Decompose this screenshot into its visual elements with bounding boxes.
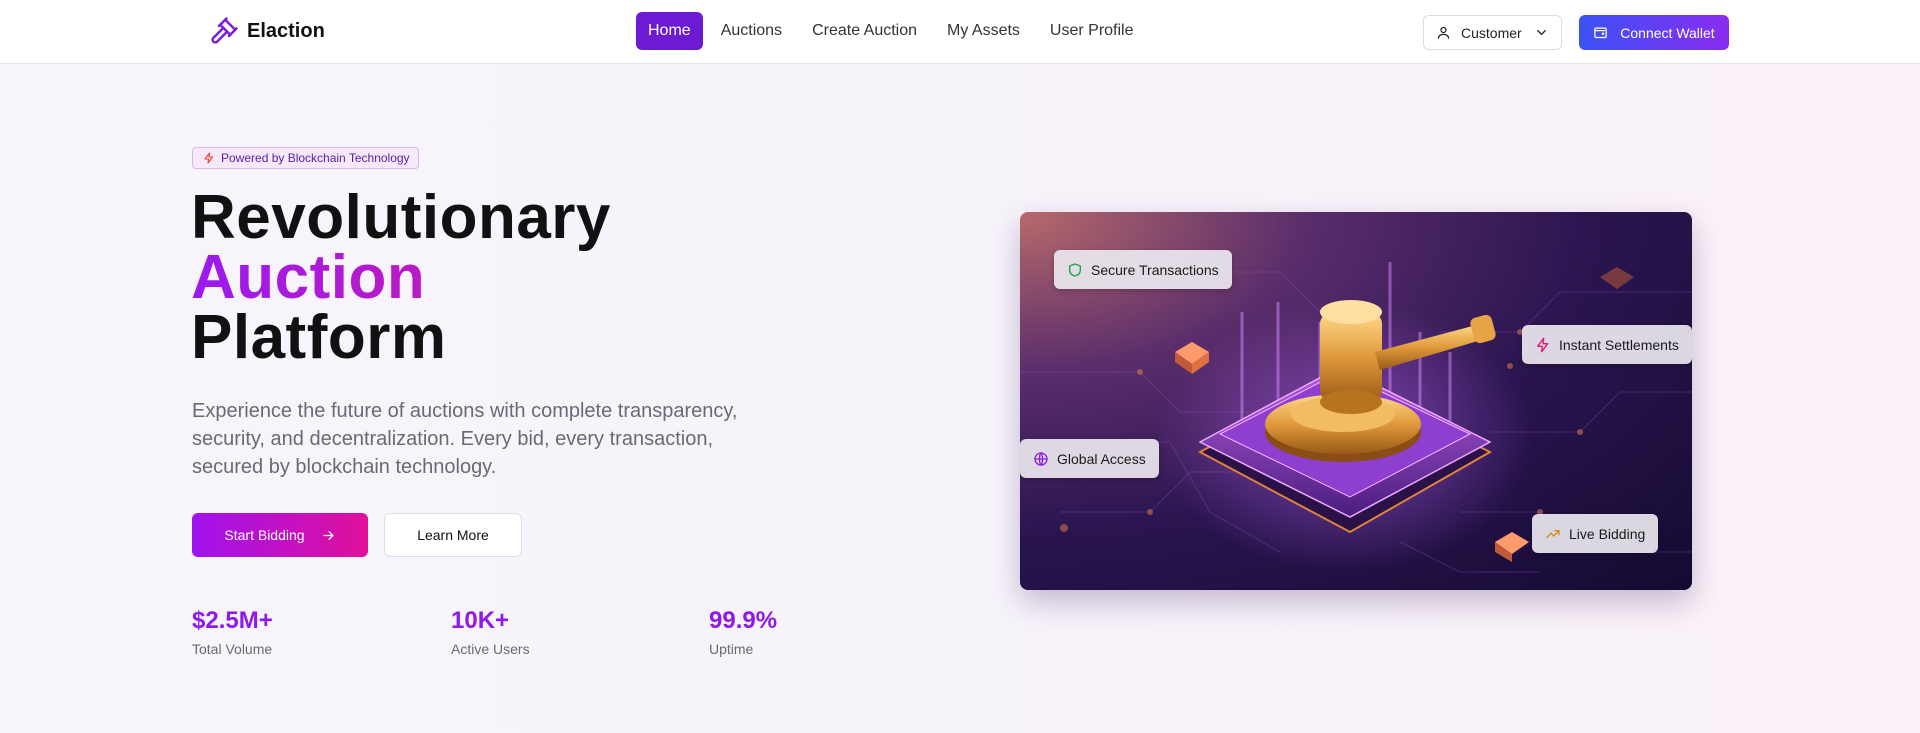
main-menu: Home Auctions Create Auction My Assets U… xyxy=(636,12,1146,50)
stat-total-volume: $2.5M+ Total Volume xyxy=(192,607,273,657)
nav-home[interactable]: Home xyxy=(636,12,703,50)
gavel-icon xyxy=(211,17,238,44)
hero-headline: Revolutionary Auction Platform xyxy=(191,183,611,372)
headline-line-2: Auction xyxy=(191,247,611,309)
chip-instant-settlements: Instant Settlements xyxy=(1522,325,1692,364)
hero-illustration: Secure Transactions Instant Settlements … xyxy=(1020,212,1692,590)
stat-value: 99.9% xyxy=(709,607,778,634)
globe-icon xyxy=(1034,451,1048,466)
stat-active-users: 10K+ Active Users xyxy=(451,607,530,657)
trending-up-icon xyxy=(1546,529,1560,538)
chip-live-bidding: Live Bidding xyxy=(1532,514,1659,553)
brand-logo[interactable]: Elaction xyxy=(209,16,325,46)
nav-auctions[interactable]: Auctions xyxy=(709,12,794,50)
badge-label: Powered by Blockchain Technology xyxy=(221,151,410,165)
headline-line-3: Platform xyxy=(191,303,447,372)
chip-label: Global Access xyxy=(1057,450,1146,467)
chip-global-access: Global Access xyxy=(1020,439,1159,478)
nav-create-auction[interactable]: Create Auction xyxy=(800,12,929,50)
stat-value: 10K+ xyxy=(451,607,510,634)
hero-description: Experience the future of auctions with c… xyxy=(192,400,738,478)
chevron-down-icon xyxy=(1537,30,1546,35)
stat-label: Active Users xyxy=(451,641,530,657)
chip-secure-transactions: Secure Transactions xyxy=(1054,250,1232,289)
lightning-icon xyxy=(204,152,214,164)
chip-label: Live Bidding xyxy=(1569,525,1646,542)
lightning-icon xyxy=(1537,337,1549,352)
user-icon xyxy=(1437,26,1450,39)
wallet-icon xyxy=(1594,27,1608,39)
nav-user-profile[interactable]: User Profile xyxy=(1038,12,1146,50)
stat-label: Total Volume xyxy=(192,641,273,657)
connect-wallet-button[interactable]: Connect Wallet xyxy=(1579,15,1729,50)
headline-line-1: Revolutionary xyxy=(191,183,611,252)
connect-wallet-label: Connect Wallet xyxy=(1620,24,1715,41)
stat-value: $2.5M+ xyxy=(192,607,273,634)
role-select[interactable]: Customer xyxy=(1423,15,1562,50)
brand-name: Elaction xyxy=(247,19,325,42)
learn-more-button[interactable]: Learn More xyxy=(384,513,522,557)
arrow-right-icon xyxy=(323,530,334,540)
blockchain-badge: Powered by Blockchain Technology xyxy=(192,147,419,169)
chip-label: Secure Transactions xyxy=(1091,261,1219,278)
start-bidding-label: Start Bidding xyxy=(224,527,305,543)
shield-icon xyxy=(1069,262,1081,277)
top-navbar: Elaction Home Auctions Create Auction My… xyxy=(0,0,1920,64)
learn-more-label: Learn More xyxy=(417,527,489,543)
nav-my-assets[interactable]: My Assets xyxy=(935,12,1032,50)
stat-label: Uptime xyxy=(709,641,754,657)
chip-label: Instant Settlements xyxy=(1559,336,1679,353)
role-select-value: Customer xyxy=(1461,24,1522,41)
start-bidding-button[interactable]: Start Bidding xyxy=(192,513,368,557)
stat-uptime: 99.9% Uptime xyxy=(709,607,777,657)
